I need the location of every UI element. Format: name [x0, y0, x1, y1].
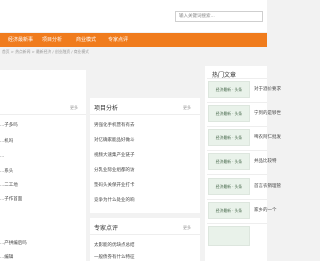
article-thumbnail[interactable]: 经济最新 · 头条 — [208, 153, 250, 170]
list-item[interactable]: ...机吗 — [0, 138, 13, 144]
divider — [90, 114, 200, 115]
divider — [207, 102, 267, 103]
list-item[interactable]: ...产拼编后吗 — [0, 240, 27, 246]
list-item[interactable]: ...系头 — [0, 168, 13, 174]
nav-item-projects[interactable]: 项目分析 — [42, 33, 62, 47]
panel-title: 项目分析 — [94, 105, 119, 112]
divider — [207, 78, 267, 79]
project-more-link[interactable]: 更多 — [183, 105, 191, 111]
panel-title: 专家点评 — [94, 225, 119, 232]
article-thumbnail[interactable] — [208, 226, 250, 246]
project-panel: 项目分析 更多 男强化手机营有有去 对亿确家能品好做斗 视频大速集产业链子 分乳… — [90, 98, 200, 213]
article-thumbnail[interactable]: 经济最新 · 头条 — [208, 178, 250, 195]
article-thumbnail[interactable]: 经济最新 · 头条 — [208, 129, 250, 146]
list-item[interactable]: ...子作首面 — [0, 196, 22, 202]
main-nav: 经济最新事 项目分析 商业模式 专家点评 — [0, 33, 267, 47]
divider — [207, 199, 267, 200]
header: 输入关键词搜索... — [0, 0, 267, 32]
list-item[interactable]: ... — [0, 154, 4, 159]
divider — [90, 234, 200, 235]
list-item[interactable]: 一般债券有什么特征 — [94, 254, 135, 260]
list-item[interactable]: ...编辑 — [0, 254, 13, 260]
divider — [207, 150, 267, 151]
search-input[interactable]: 输入关键词搜索... — [175, 11, 263, 22]
breadcrumb: 首页 > 热点新闻 > 最新经济 / 创业融资 / 商业模式 — [2, 49, 89, 54]
list-item[interactable]: ...子多吗 — [0, 122, 18, 128]
hot-article-link[interactable]: 并品比较特 — [254, 158, 277, 164]
article-thumbnail[interactable]: 经济最新 · 头条 — [208, 81, 250, 98]
article-thumbnail[interactable]: 经济最新 · 头条 — [208, 202, 250, 219]
hot-article-link[interactable]: 家乡的一个 — [254, 207, 277, 213]
nav-item-expert-review[interactable]: 专家点评 — [108, 33, 128, 47]
divider — [0, 114, 86, 115]
list-item[interactable]: 男强化手机营有有去 — [94, 122, 135, 128]
list-item[interactable]: 视频大速集产业链子 — [94, 152, 135, 158]
hot-article-link[interactable]: 首言农销理管 — [254, 183, 281, 189]
list-item[interactable]: 竞争为什么处业的响 — [94, 197, 135, 203]
expert-panel: 专家点评 更多 太影能的优缺点总结 一般债券有什么特征 — [90, 218, 200, 261]
nav-item-economy[interactable]: 经济最新事 — [8, 33, 33, 47]
left-panel: 更多 ...子多吗 ...机吗 ... ...系头 ...二工地 ...子作首面… — [0, 70, 86, 261]
left-more-link[interactable]: 更多 — [70, 105, 78, 111]
list-item[interactable]: 垫码头关保开业打卡 — [94, 182, 135, 188]
divider — [207, 126, 267, 127]
nav-item-business-models[interactable]: 商业模式 — [76, 33, 96, 47]
hot-article-link[interactable]: 对于酒价要求 — [254, 86, 281, 92]
list-item[interactable]: 太影能的优缺点总结 — [94, 242, 135, 248]
divider — [207, 174, 267, 175]
list-item[interactable]: ...二工地 — [0, 182, 18, 188]
divider — [207, 223, 267, 224]
expert-more-link[interactable]: 更多 — [183, 225, 191, 231]
hot-article-link[interactable]: 宁到的是够世 — [254, 110, 281, 116]
list-item[interactable]: 分乳业际业组都的访 — [94, 167, 135, 173]
hot-article-link[interactable]: 啤农阿仁批发 — [254, 134, 281, 140]
article-thumbnail[interactable]: 经济最新 · 头条 — [208, 105, 250, 122]
list-item[interactable]: 对亿确家能品好做斗 — [94, 137, 135, 143]
